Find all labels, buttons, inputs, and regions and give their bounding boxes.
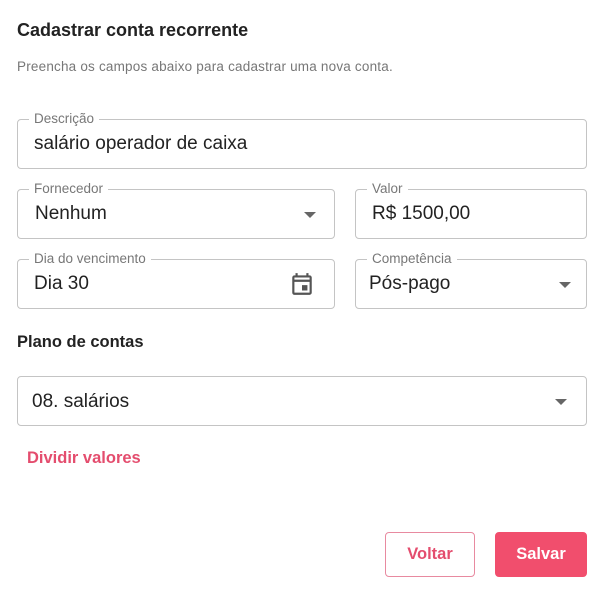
dialog-title: Cadastrar conta recorrente bbox=[17, 20, 249, 40]
chevron-down-icon[interactable] bbox=[559, 282, 571, 288]
chart-of-accounts-title: Plano de contas bbox=[17, 333, 144, 351]
amount-field[interactable]: Valor R$ 1500,00 bbox=[355, 181, 587, 239]
chevron-down-icon[interactable] bbox=[555, 399, 567, 405]
chevron-down-icon[interactable] bbox=[304, 212, 316, 218]
amount-value: R$ 1500,00 bbox=[372, 203, 471, 224]
chart-of-accounts-select[interactable]: 08. salários bbox=[17, 376, 587, 426]
competence-label: Competência bbox=[367, 251, 457, 267]
description-label: Descrição bbox=[29, 111, 100, 127]
dialog-subtitle: Preencha os campos abaixo para cadastrar… bbox=[17, 59, 393, 74]
supplier-value: Nenhum bbox=[35, 203, 107, 224]
supplier-label: Fornecedor bbox=[29, 181, 109, 197]
chart-of-accounts-value: 08. salários bbox=[32, 391, 130, 412]
due-day-label: Dia do vencimento bbox=[29, 251, 151, 267]
back-button[interactable]: Voltar bbox=[385, 532, 475, 577]
description-value: salário operador de caixa bbox=[34, 133, 248, 154]
supplier-select[interactable]: Fornecedor Nenhum bbox=[17, 181, 335, 239]
calendar-icon[interactable] bbox=[289, 271, 315, 297]
save-button[interactable]: Salvar bbox=[495, 532, 587, 577]
register-recurring-account-dialog: Cadastrar conta recorrente Preencha os c… bbox=[0, 0, 605, 599]
amount-label: Valor bbox=[367, 181, 408, 197]
description-field[interactable]: Descrição salário operador de caixa bbox=[17, 111, 587, 169]
due-day-value: Dia 30 bbox=[34, 273, 89, 294]
split-values-button[interactable]: Dividir valores bbox=[27, 449, 141, 468]
due-day-field[interactable]: Dia do vencimento Dia 30 bbox=[17, 251, 335, 309]
competence-select[interactable]: Competência Pós-pago bbox=[355, 251, 587, 309]
competence-value: Pós-pago bbox=[369, 273, 451, 294]
